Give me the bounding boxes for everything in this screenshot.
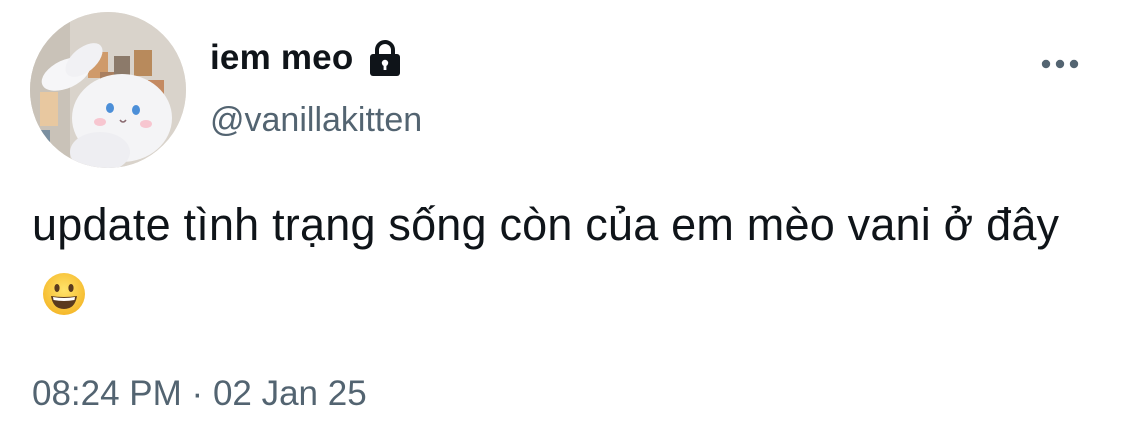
lock-icon bbox=[365, 38, 405, 78]
more-dots-icon bbox=[1041, 59, 1079, 69]
tweet-body: update tình trạng sống còn của em mèo va… bbox=[32, 190, 1102, 330]
more-options-button[interactable] bbox=[1036, 46, 1084, 82]
timestamp-separator: · bbox=[191, 374, 204, 413]
display-name[interactable]: iem meo bbox=[210, 36, 353, 80]
user-handle[interactable]: @vanillakitten bbox=[210, 98, 422, 142]
tweet-text: update tình trạng sống còn của em mèo va… bbox=[32, 199, 1060, 250]
avatar[interactable] bbox=[30, 12, 186, 168]
tweet-time: 08:24 PM bbox=[32, 374, 182, 413]
avatar-image bbox=[30, 12, 186, 168]
tweet-timestamp[interactable]: 08:24 PM · 02 Jan 25 bbox=[32, 372, 367, 416]
grinning-face-emoji bbox=[42, 266, 86, 315]
author-name-row: iem meo bbox=[210, 36, 405, 80]
tweet-date: 02 Jan 25 bbox=[212, 374, 367, 413]
